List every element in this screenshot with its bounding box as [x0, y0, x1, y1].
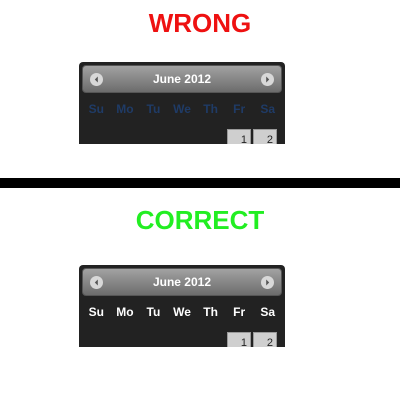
day-cell[interactable]: 1	[227, 332, 251, 347]
weekday-label: Mo	[116, 305, 134, 319]
weekday-label: Mo	[116, 102, 134, 116]
weekday-label: Sa	[260, 102, 276, 116]
weekday-label: Su	[88, 305, 104, 319]
datepicker-header: June 2012	[82, 268, 282, 296]
day-cell[interactable]: 1	[227, 129, 251, 144]
month-title: June 2012	[152, 275, 212, 289]
datepicker-header: June 2012	[82, 65, 282, 93]
wrong-heading: WRONG	[148, 8, 252, 38]
weekday-label: Th	[203, 305, 218, 319]
weekday-label: Fr	[233, 102, 246, 116]
weekday-label: Tu	[146, 102, 161, 116]
day-cell[interactable]: 2	[253, 129, 277, 144]
day-cell[interactable]: 2	[253, 332, 277, 347]
divider	[0, 178, 400, 188]
datepicker-correct: June 2012 Su Mo Tu We Th Fr Sa 1 2	[79, 265, 285, 347]
weekday-label: Su	[88, 102, 104, 116]
chevron-right-icon[interactable]	[261, 73, 274, 86]
datepicker-wrong: June 2012 Su Mo Tu We Th Fr Sa 1 2	[79, 62, 285, 144]
chevron-right-icon[interactable]	[261, 276, 274, 289]
correct-heading: CORRECT	[135, 205, 265, 235]
weekday-label: Th	[203, 102, 218, 116]
weekday-label: We	[173, 305, 191, 319]
weekday-header-row: Su Mo Tu We Th Fr Sa	[82, 99, 282, 119]
weekday-header-row: Su Mo Tu We Th Fr Sa	[82, 302, 282, 322]
weekday-label: We	[173, 102, 191, 116]
weekday-label: Sa	[260, 305, 276, 319]
weekday-label: Tu	[146, 305, 161, 319]
weekday-label: Fr	[233, 305, 246, 319]
month-title: June 2012	[152, 72, 212, 86]
